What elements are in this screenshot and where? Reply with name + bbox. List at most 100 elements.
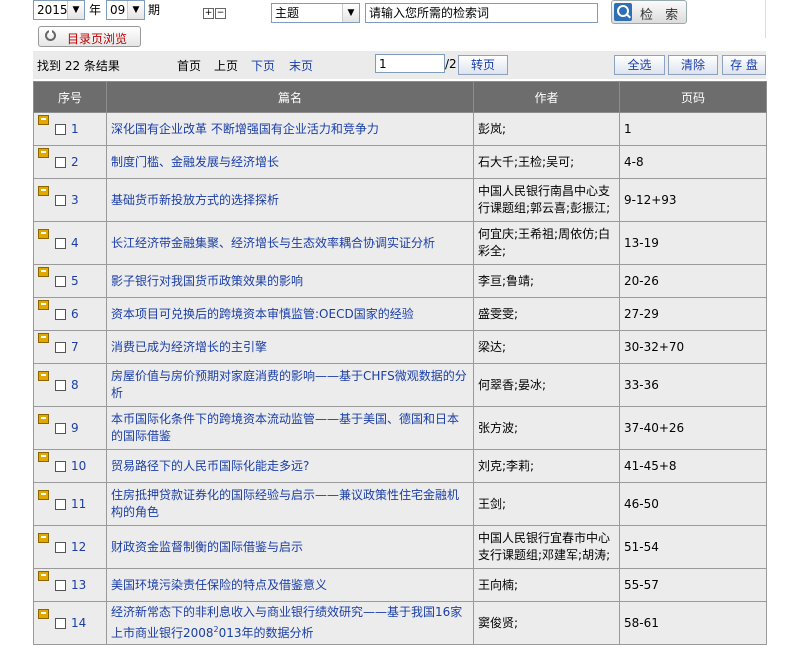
next-page-link[interactable]: 下页	[251, 57, 275, 74]
row-author: 王剑;	[473, 482, 620, 526]
row-serial-cell: 9	[33, 406, 107, 450]
select-all-button[interactable]: 全选	[614, 55, 665, 75]
article-title-link[interactable]: 本币国际化条件下的跨境资本流动监管——基于美国、德国和日本的国际借鉴	[111, 412, 459, 443]
row-author: 彭岚;	[473, 112, 620, 146]
row-serial: 10	[71, 458, 87, 473]
table-row: 8 房屋价值与房价预期对家庭消费的影响——基于CHFS微观数据的分析 何翠香;晏…	[33, 363, 767, 407]
article-title-link[interactable]: 深化国有企业改革 不断增强国有企业活力和竞争力	[111, 122, 379, 136]
document-icon[interactable]	[38, 451, 49, 462]
article-title-link[interactable]: 影子银行对我国货币政策效果的影响	[111, 274, 303, 288]
document-icon[interactable]	[38, 147, 49, 158]
document-icon[interactable]	[38, 413, 49, 424]
document-icon[interactable]	[38, 532, 49, 543]
row-serial-cell: 8	[33, 363, 107, 407]
document-icon[interactable]	[38, 299, 49, 310]
search-button[interactable]: 检 索	[611, 0, 687, 24]
document-icon[interactable]	[38, 489, 49, 500]
row-serial-cell: 14	[33, 601, 107, 645]
row-pages: 1	[619, 112, 767, 146]
row-checkbox[interactable]	[55, 617, 66, 629]
row-checkbox[interactable]	[55, 379, 66, 391]
prev-page-link[interactable]: 上页	[214, 57, 238, 74]
row-checkbox[interactable]	[55, 579, 66, 591]
row-serial: 7	[71, 339, 79, 354]
article-title-link[interactable]: 美国环境污染责任保险的特点及借鉴意义	[111, 578, 327, 592]
row-title-cell: 住房抵押贷款证券化的国际经验与启示——兼议政策性住宅金融机构的角色	[106, 482, 474, 526]
chevron-down-icon: ▼	[342, 4, 359, 22]
row-checkbox[interactable]	[55, 422, 66, 434]
row-checkbox[interactable]	[55, 308, 66, 320]
catalog-browse-button[interactable]: 目录页浏览	[38, 26, 141, 47]
row-title-cell: 资本项目可兑换后的跨境资本审慎监管:OECD国家的经验	[106, 297, 474, 331]
row-pages: 4-8	[619, 145, 767, 179]
save-button[interactable]: 存 盘	[722, 55, 766, 75]
document-icon[interactable]	[38, 332, 49, 343]
tree-toggle[interactable]: + −	[203, 7, 227, 19]
row-serial: 8	[71, 377, 79, 392]
row-author: 中国人民银行南昌中心支行课题组;郭云喜;彭振江;	[473, 178, 620, 222]
row-checkbox[interactable]	[55, 194, 66, 206]
table-row: 7 消费已成为经济增长的主引擎 梁达; 30-32+70	[33, 330, 767, 364]
field-select[interactable]: 主题 ▼	[271, 3, 360, 23]
row-serial: 9	[71, 420, 79, 435]
article-title-link[interactable]: 经济新常态下的非利息收入与商业银行绩效研究——基于我国16家上市商业银行2008…	[111, 605, 462, 640]
row-serial-cell: 6	[33, 297, 107, 331]
article-title-link[interactable]: 消费已成为经济增长的主引擎	[111, 340, 267, 354]
row-serial-cell: 3	[33, 178, 107, 222]
row-pages: 37-40+26	[619, 406, 767, 450]
row-serial: 2	[71, 154, 79, 169]
document-icon[interactable]	[38, 570, 49, 581]
last-page-link[interactable]: 末页	[289, 57, 313, 74]
chevron-down-icon: ▼	[67, 1, 84, 19]
issue-value: 09	[110, 3, 126, 17]
article-title-link[interactable]: 贸易路径下的人民币国际化能走多远?	[111, 459, 309, 473]
document-icon[interactable]	[38, 370, 49, 381]
document-icon[interactable]	[38, 114, 49, 125]
row-title-cell: 财政资金监督制衡的国际借鉴与启示	[106, 525, 474, 569]
issue-select[interactable]: 09 ▼	[106, 0, 145, 20]
row-title-cell: 基础货币新投放方式的选择探析	[106, 178, 474, 222]
row-title-cell: 经济新常态下的非利息收入与商业银行绩效研究——基于我国16家上市商业银行2008…	[106, 601, 474, 645]
row-author: 李亘;鲁靖;	[473, 264, 620, 298]
first-page-link[interactable]: 首页	[177, 57, 201, 74]
article-title-part: 013年的数据分析	[218, 626, 314, 640]
panel-divider	[765, 0, 766, 38]
document-icon[interactable]	[38, 228, 49, 239]
row-checkbox[interactable]	[55, 275, 66, 287]
row-checkbox[interactable]	[55, 341, 66, 353]
year-value: 2015	[37, 3, 68, 17]
row-serial: 12	[71, 539, 87, 554]
row-checkbox[interactable]	[55, 123, 66, 135]
row-serial: 5	[71, 273, 79, 288]
page-number-input[interactable]	[375, 54, 445, 73]
search-input[interactable]	[365, 3, 598, 23]
table-row: 6 资本项目可兑换后的跨境资本审慎监管:OECD国家的经验 盛雯雯; 27-29	[33, 297, 767, 331]
collapse-icon[interactable]: −	[215, 8, 226, 19]
row-checkbox[interactable]	[55, 237, 66, 249]
article-title-link[interactable]: 财政资金监督制衡的国际借鉴与启示	[111, 540, 303, 554]
row-checkbox[interactable]	[55, 460, 66, 472]
year-select[interactable]: 2015 ▼	[33, 0, 85, 20]
article-title-link[interactable]: 基础货币新投放方式的选择探析	[111, 193, 279, 207]
article-title-link[interactable]: 住房抵押贷款证券化的国际经验与启示——兼议政策性住宅金融机构的角色	[111, 488, 459, 519]
power-icon	[45, 28, 56, 41]
document-icon[interactable]	[38, 185, 49, 196]
document-icon[interactable]	[38, 608, 49, 619]
row-checkbox[interactable]	[55, 541, 66, 553]
go-page-button[interactable]: 转页	[458, 55, 508, 75]
article-title-link[interactable]: 资本项目可兑换后的跨境资本审慎监管:OECD国家的经验	[111, 307, 414, 321]
article-title-link[interactable]: 制度门槛、金融发展与经济增长	[111, 155, 279, 169]
article-title-link[interactable]: 房屋价值与房价预期对家庭消费的影响——基于CHFS微观数据的分析	[111, 369, 467, 400]
row-checkbox[interactable]	[55, 498, 66, 510]
expand-icon[interactable]: +	[203, 8, 214, 19]
header-serial: 序号	[33, 81, 107, 113]
clear-button[interactable]: 清除	[668, 55, 718, 75]
table-row: 13 美国环境污染责任保险的特点及借鉴意义 王向楠; 55-57	[33, 568, 767, 602]
row-checkbox[interactable]	[55, 156, 66, 168]
article-title-link[interactable]: 长江经济带金融集聚、经济增长与生态效率耦合协调实证分析	[111, 236, 435, 250]
search-icon	[614, 3, 632, 21]
document-icon[interactable]	[38, 266, 49, 277]
row-title-cell: 影子银行对我国货币政策效果的影响	[106, 264, 474, 298]
catalog-browse-label: 目录页浏览	[67, 32, 128, 46]
row-serial: 6	[71, 306, 79, 321]
